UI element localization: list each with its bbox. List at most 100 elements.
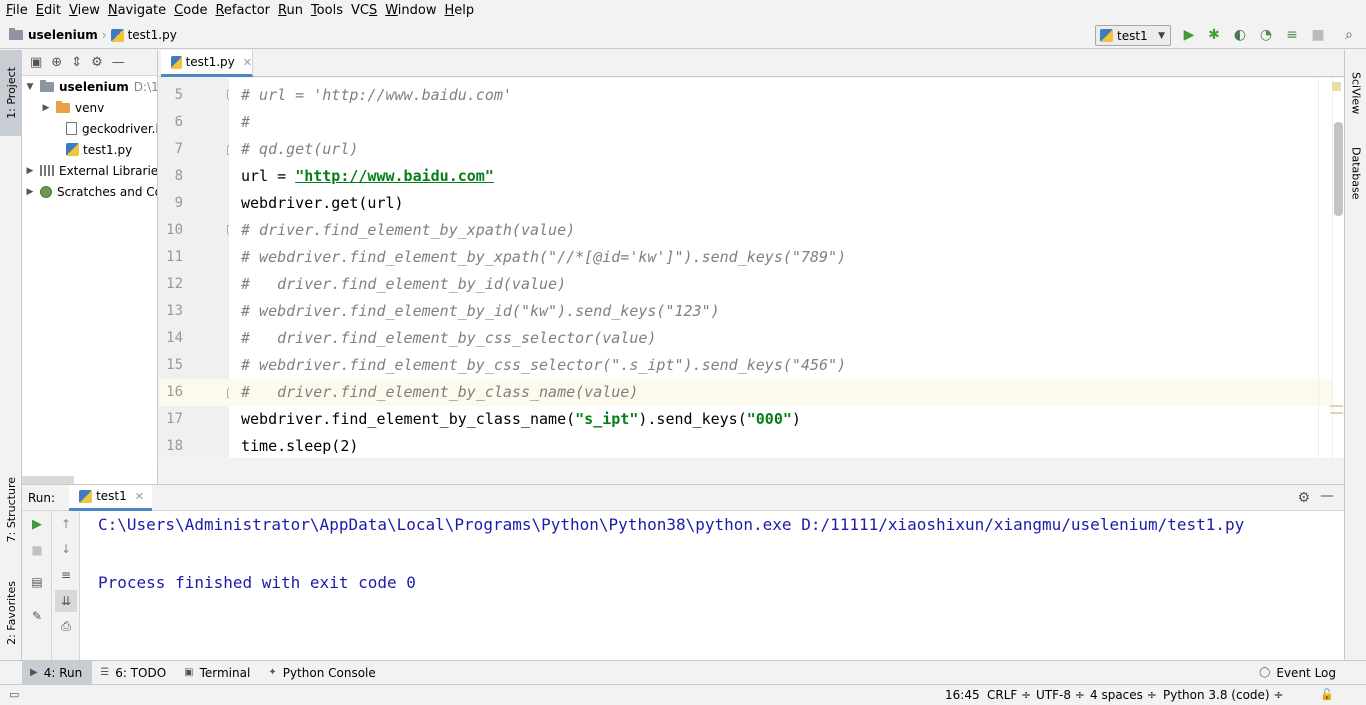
line-separator-label: CRLF xyxy=(987,688,1018,702)
tree-root[interactable]: ▼ uselenium D:\11 xyxy=(24,76,157,97)
tree-item-test1[interactable]: test1.py xyxy=(66,139,132,160)
menu-vcs[interactable]: VCS xyxy=(347,0,381,22)
run-configuration-select[interactable]: test1 ▼ xyxy=(1095,25,1171,46)
menu-help[interactable]: Help xyxy=(441,0,479,22)
line-separator[interactable]: CRLF ÷ xyxy=(987,688,1031,702)
todo-icon: ☰ xyxy=(100,667,110,678)
tab-event-log-label: Event Log xyxy=(1276,665,1336,680)
pin-icon[interactable]: ✎ xyxy=(28,607,46,625)
collapse-icon[interactable]: ⇕ xyxy=(71,55,82,70)
gear-icon[interactable]: ⚙ xyxy=(1297,490,1310,506)
gear-icon[interactable]: ⚙ xyxy=(91,55,103,70)
project-view-icon[interactable]: ▣ xyxy=(30,55,42,70)
profile-icon[interactable]: ◔ xyxy=(1258,27,1274,43)
code-line: webdriver.find_element_by_class_name("s_… xyxy=(241,406,801,433)
arrow-up-icon[interactable]: ↑ xyxy=(57,515,75,533)
right-margin-guide xyxy=(1318,78,1319,458)
search-icon[interactable]: ⌕ xyxy=(1341,27,1357,43)
menu-refactor[interactable]: Refactor xyxy=(211,0,274,22)
coverage-icon[interactable]: ◐ xyxy=(1232,27,1248,43)
tab-event-log[interactable]: ◯ Event Log xyxy=(1251,661,1346,685)
tab-run[interactable]: ▶ 4: Run xyxy=(22,660,93,685)
soft-wrap-icon[interactable]: ≡ xyxy=(57,566,75,584)
code-line: # webdriver.find_element_by_css_selector… xyxy=(241,356,847,374)
print-icon[interactable]: ⎙ xyxy=(57,617,75,635)
code-line: # driver.find_element_by_class_name(valu… xyxy=(241,383,639,401)
code-line: # webdriver.find_element_by_id("kw").sen… xyxy=(241,302,720,320)
indent-setting[interactable]: 4 spaces ÷ xyxy=(1090,688,1157,702)
tab-project[interactable]: 1: Project xyxy=(0,50,22,136)
vertical-scrollbar[interactable] xyxy=(1334,122,1343,216)
line-number: 11 xyxy=(166,249,183,265)
tree-item-external-libraries[interactable]: ▶ External Libraries xyxy=(24,160,157,181)
status-bar: ▭ 16:45 CRLF ÷ UTF-8 ÷ 4 spaces ÷ Python… xyxy=(0,684,1366,705)
menu-edit[interactable]: Edit xyxy=(32,0,65,22)
tree-item-scratches[interactable]: ▶ Scratches and Co xyxy=(24,181,157,202)
arrow-down-icon[interactable]: ↓ xyxy=(57,540,75,558)
menu-window[interactable]: Window xyxy=(381,0,440,22)
menu-file[interactable]: File xyxy=(2,0,32,22)
tab-sciview[interactable]: SciView xyxy=(1345,62,1366,124)
stop-icon[interactable]: ■ xyxy=(1310,27,1326,43)
breadcrumb-project[interactable]: uselenium xyxy=(0,22,98,49)
menu-run[interactable]: Run xyxy=(274,0,307,22)
locate-icon[interactable]: ⊕ xyxy=(51,55,62,70)
tree-item-geckodriver[interactable]: geckodriver.l xyxy=(66,118,157,139)
python-file-icon xyxy=(171,55,182,69)
close-icon[interactable]: ✕ xyxy=(135,490,144,503)
editor-tab-test1[interactable]: test1.py ✕ xyxy=(161,50,253,77)
lock-icon[interactable]: 🔓 xyxy=(1320,688,1334,701)
tree-item-venv[interactable]: ▶ venv xyxy=(40,97,104,118)
tab-database[interactable]: Database xyxy=(1345,138,1366,208)
tab-python-console-label: Python Console xyxy=(282,665,376,680)
run-panel-title: Run: xyxy=(28,490,56,505)
left-tool-strip: 1: Project 7: Structure 2: Favorites xyxy=(0,50,22,660)
code-line: # driver.find_element_by_css_selector(va… xyxy=(241,329,657,347)
hide-icon[interactable]: — xyxy=(112,55,125,70)
menu-navigate[interactable]: Navigate xyxy=(104,0,170,22)
caret-position[interactable]: 16:45 xyxy=(945,688,980,702)
python-interpreter[interactable]: Python 3.8 (code) ÷ xyxy=(1163,688,1284,702)
menu-code[interactable]: Code xyxy=(170,0,211,22)
run-console[interactable]: C:\Users\Administrator\AppData\Local\Pro… xyxy=(80,511,1344,660)
hide-icon[interactable]: — xyxy=(1320,488,1334,504)
menu-view[interactable]: View xyxy=(65,0,104,22)
run-tab-test1[interactable]: test1 ✕ xyxy=(69,484,152,511)
code-line: # driver.find_element_by_xpath(value) xyxy=(241,221,576,239)
scroll-to-end-icon[interactable]: ⇊ xyxy=(55,590,77,612)
bottom-tool-tabs: ▶ 4: Run ☰ 6: TODO ▣ Terminal ✦ Python Conso… xyxy=(0,660,1366,685)
code-line: # qd.get(url) xyxy=(241,140,359,158)
toggle-tool-windows-icon[interactable]: ▭ xyxy=(9,688,19,701)
python-file-icon xyxy=(79,489,93,503)
project-toolbar: ▣ ⊕ ⇕ ⚙ — xyxy=(22,50,157,76)
inspection-status-icon[interactable] xyxy=(1332,82,1341,91)
menu-tools[interactable]: Tools xyxy=(307,0,347,22)
folder-icon xyxy=(9,28,23,40)
breadcrumb-file[interactable]: test1.py xyxy=(110,22,177,49)
horizontal-scrollbar[interactable] xyxy=(22,476,74,484)
layout-icon[interactable]: ▤ xyxy=(28,573,46,591)
file-encoding[interactable]: UTF-8 ÷ xyxy=(1036,688,1085,702)
code-editor[interactable]: # url = 'http://www.baidu.com' # # qd.ge… xyxy=(229,78,1332,458)
concurrency-icon[interactable]: ≡ xyxy=(1284,27,1300,43)
tab-structure[interactable]: 7: Structure xyxy=(0,470,22,550)
menu-bar: File Edit View Navigate Code Refactor Ru… xyxy=(0,0,1366,22)
close-icon[interactable]: ✕ xyxy=(243,56,252,69)
stripe-mark[interactable] xyxy=(1330,405,1343,407)
tab-python-console[interactable]: ✦ Python Console xyxy=(260,661,385,685)
file-icon xyxy=(66,122,77,135)
rerun-icon[interactable]: ▶ xyxy=(28,515,46,533)
run-icon[interactable]: ▶ xyxy=(1181,27,1197,43)
code-token: url = xyxy=(241,167,296,185)
tab-favorites[interactable]: 2: Favorites xyxy=(0,570,22,655)
folder-icon xyxy=(56,100,70,113)
indent-setting-label: 4 spaces xyxy=(1090,688,1143,702)
stop-icon[interactable]: ■ xyxy=(28,541,46,559)
line-number: 7 xyxy=(174,141,183,157)
code-line: webdriver.get(url) xyxy=(241,194,404,212)
tab-todo[interactable]: ☰ 6: TODO xyxy=(92,661,176,685)
project-panel: ▣ ⊕ ⇕ ⚙ — ▼ uselenium D:\11 ▶ venv gecko… xyxy=(22,50,158,484)
stripe-mark[interactable] xyxy=(1330,412,1343,414)
tab-terminal[interactable]: ▣ Terminal xyxy=(176,661,260,685)
debug-icon[interactable]: ✱ xyxy=(1206,27,1222,43)
